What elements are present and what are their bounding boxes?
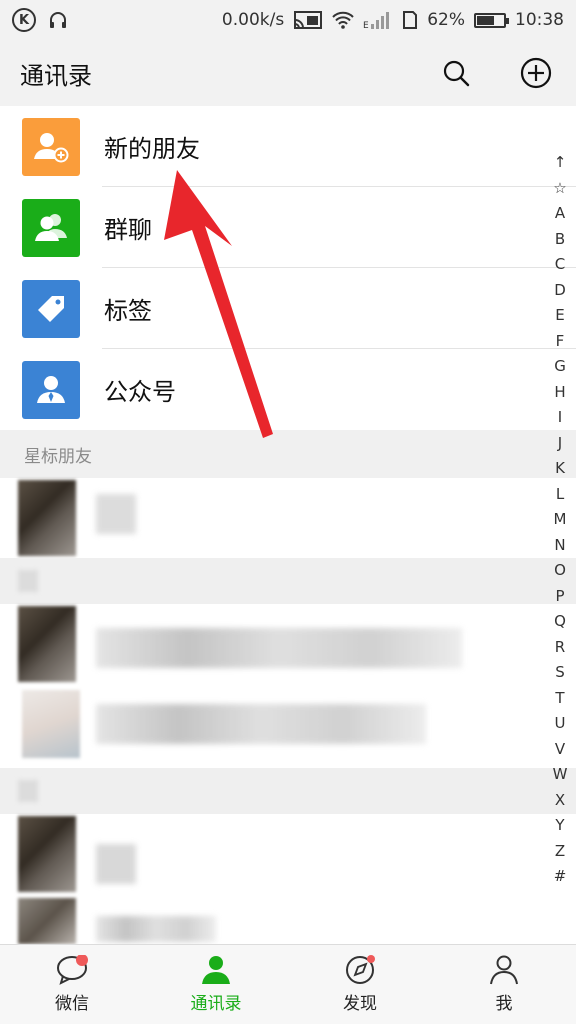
- index-letter[interactable]: K: [555, 456, 565, 482]
- entry-label: 群聊: [104, 216, 152, 244]
- blurred-name: [96, 704, 426, 744]
- nav-chats[interactable]: 微信: [0, 945, 144, 1024]
- group-chats-item[interactable]: 群聊: [0, 187, 576, 268]
- index-letter[interactable]: Q: [554, 609, 566, 635]
- index-letter[interactable]: #: [554, 864, 567, 890]
- contact-entries: 新的朋友 群聊 标签 公众号: [0, 106, 576, 430]
- index-letter[interactable]: E: [555, 303, 564, 329]
- contact-row[interactable]: [0, 478, 540, 558]
- index-letter[interactable]: X: [555, 788, 565, 814]
- sim-icon: [403, 11, 418, 29]
- index-letter[interactable]: H: [554, 380, 565, 406]
- section-band: [0, 768, 576, 814]
- nav-label: 发现: [343, 994, 377, 1014]
- index-letter[interactable]: M: [554, 507, 567, 533]
- add-friend-icon: [34, 132, 69, 162]
- avatar: [18, 480, 76, 556]
- blurred-name: [96, 628, 462, 668]
- nav-me[interactable]: 我: [432, 945, 576, 1024]
- network-speed: 0.00k/s: [221, 10, 285, 30]
- entry-label: 标签: [104, 297, 152, 325]
- official-account-icon: [37, 375, 65, 403]
- add-button[interactable]: [516, 53, 556, 93]
- app-k-icon: K: [12, 8, 36, 32]
- index-letter[interactable]: V: [555, 737, 565, 763]
- entry-tile: [22, 117, 80, 176]
- contact-row[interactable]: [0, 814, 540, 894]
- avatar: [18, 898, 76, 944]
- entry-label: 公众号: [104, 378, 176, 406]
- avatar: [22, 690, 80, 758]
- new-friends-item[interactable]: 新的朋友: [0, 106, 576, 187]
- index-letter[interactable]: Z: [555, 839, 565, 865]
- section-label: 星标朋友: [24, 446, 92, 467]
- group-chat-icon: [35, 213, 67, 241]
- search-icon: [443, 60, 470, 87]
- index-letter[interactable]: A: [555, 201, 565, 227]
- page-title: 通讯录: [20, 61, 92, 90]
- tags-item[interactable]: 标签: [0, 268, 576, 349]
- bottom-nav: 微信 通讯录 发现 我: [0, 944, 576, 1024]
- blurred-name: [96, 494, 136, 534]
- wifi-icon: [332, 11, 354, 29]
- nav-contacts[interactable]: 通讯录: [144, 945, 288, 1024]
- contact-row[interactable]: [0, 604, 540, 686]
- index-letter[interactable]: O: [554, 558, 566, 584]
- battery-percent: 62%: [427, 10, 465, 30]
- plus-circle-icon: [520, 57, 552, 89]
- cast-icon: [294, 11, 323, 29]
- entry-tile: [22, 198, 80, 257]
- nav-label: 微信: [55, 994, 89, 1014]
- entry-label: 新的朋友: [104, 135, 200, 163]
- person-icon: [490, 955, 518, 985]
- contacts-icon: [202, 956, 230, 984]
- blurred-name: [96, 844, 136, 884]
- index-letter[interactable]: B: [555, 227, 565, 253]
- index-letter[interactable]: G: [554, 354, 566, 380]
- official-accounts-item[interactable]: 公众号: [0, 349, 576, 430]
- entry-tile: [22, 360, 80, 419]
- chat-bubble-icon: [57, 955, 88, 985]
- index-letter[interactable]: W: [553, 762, 568, 788]
- index-letter[interactable]: ☆: [553, 176, 566, 202]
- headphones-icon: [50, 12, 66, 28]
- index-letter[interactable]: R: [555, 635, 565, 661]
- compass-icon: [346, 955, 375, 984]
- index-letter[interactable]: I: [558, 405, 562, 431]
- entry-tile: [22, 279, 80, 338]
- battery-icon: [474, 12, 509, 28]
- app-header: 通讯录: [0, 40, 576, 106]
- search-button[interactable]: [436, 53, 476, 93]
- index-letter[interactable]: S: [555, 660, 565, 686]
- nav-label: 通讯录: [190, 994, 242, 1014]
- index-letter[interactable]: F: [556, 329, 565, 355]
- tag-icon: [38, 295, 64, 322]
- contact-row[interactable]: [0, 896, 540, 944]
- index-letter[interactable]: Y: [555, 813, 564, 839]
- index-letter[interactable]: N: [554, 533, 565, 559]
- index-letter[interactable]: D: [554, 278, 566, 304]
- index-letter[interactable]: L: [556, 482, 564, 508]
- index-letter[interactable]: T: [555, 686, 564, 712]
- status-bar: K 0.00k/s E 62% 10:38: [0, 0, 576, 40]
- nav-label: 我: [495, 994, 513, 1014]
- index-letter[interactable]: ↑: [554, 150, 567, 176]
- starred-friends-header: 星标朋友: [0, 430, 576, 478]
- svg-text:E: E: [363, 21, 369, 30]
- index-letter[interactable]: U: [555, 711, 566, 737]
- index-letter[interactable]: J: [558, 431, 562, 457]
- section-band: [0, 558, 576, 604]
- avatar: [18, 816, 76, 892]
- contact-row[interactable]: [0, 686, 540, 766]
- clock: 10:38: [515, 10, 564, 30]
- blurred-name: [96, 916, 216, 942]
- alphabet-index[interactable]: ↑ ☆ A B C D E F G H I J K L M N O P Q R S T U V W X Y Z #: [548, 150, 572, 890]
- index-letter[interactable]: C: [555, 252, 565, 278]
- avatar: [18, 606, 76, 682]
- index-letter[interactable]: P: [555, 584, 564, 610]
- signal-icon: E: [363, 12, 390, 30]
- nav-discover[interactable]: 发现: [288, 945, 432, 1024]
